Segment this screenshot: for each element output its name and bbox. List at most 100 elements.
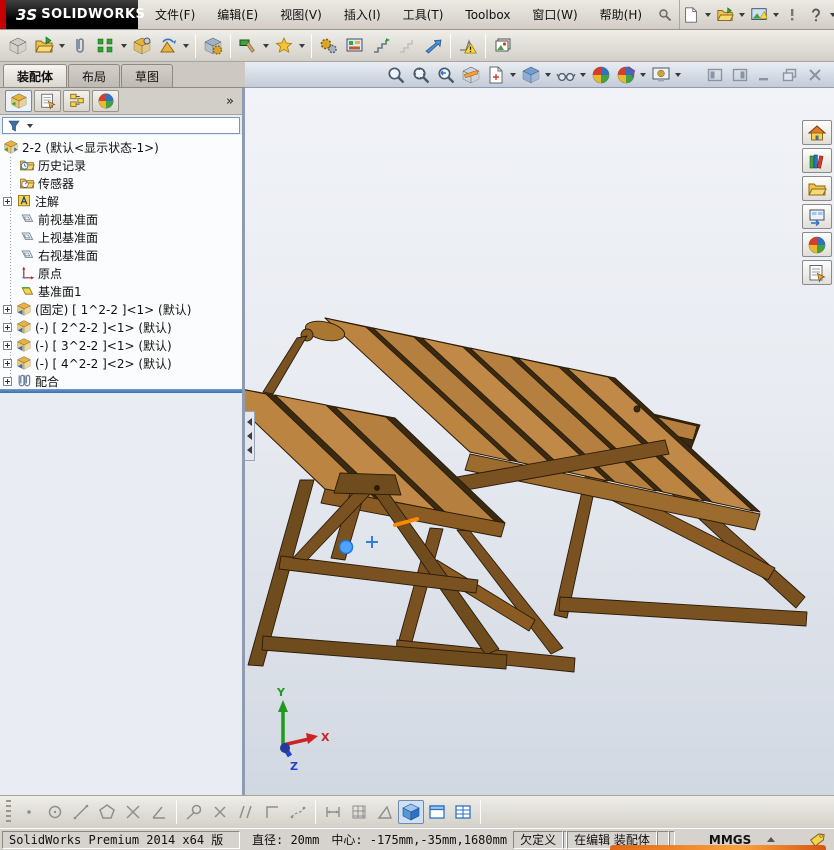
units-caret-icon[interactable] <box>767 837 776 842</box>
menu-pin-icon[interactable] <box>657 7 673 23</box>
mate-icon[interactable] <box>67 33 93 59</box>
sketch-line-icon[interactable] <box>68 800 94 824</box>
document-restore-icon[interactable] <box>780 67 800 83</box>
tree-item-component-3[interactable]: (-) [ 3^2-2 ]<1> (默认) <box>3 336 242 354</box>
menu-insert[interactable]: 插入(I) <box>333 2 392 27</box>
sketch-angle-icon[interactable] <box>146 800 172 824</box>
move-component-caret-icon[interactable] <box>183 43 189 48</box>
take-snapshot-icon[interactable] <box>490 33 516 59</box>
tree-item-origin[interactable]: 原点 <box>3 264 242 282</box>
zoom-to-fit-icon[interactable] <box>383 63 408 86</box>
shaded-view-icon[interactable] <box>398 800 424 824</box>
tree-root[interactable]: 2-2 (默认<显示状态-1>) <box>3 138 242 156</box>
tree-item-component-4[interactable]: (-) [ 4^2-2 ]<2> (默认) <box>3 354 242 372</box>
display-style-caret-icon[interactable] <box>545 72 551 77</box>
menu-tools[interactable]: 工具(T) <box>392 2 455 27</box>
expand-icon[interactable] <box>3 196 12 206</box>
hide-show-items-caret-icon[interactable] <box>580 72 586 77</box>
document-minimize-icon[interactable] <box>755 67 775 83</box>
instant3d-icon[interactable] <box>420 33 446 59</box>
interference-detection-icon[interactable] <box>394 33 420 59</box>
mirror-entities-icon[interactable] <box>207 800 233 824</box>
zoom-to-area-icon[interactable] <box>408 63 433 86</box>
reference-geometry-icon[interactable] <box>271 33 297 59</box>
exploded-view-icon[interactable] <box>342 33 368 59</box>
sketch-circle-icon[interactable] <box>42 800 68 824</box>
tree-item-sensors[interactable]: 传感器 <box>3 174 242 192</box>
tree-filter-input[interactable] <box>2 117 240 134</box>
expand-icon[interactable] <box>3 340 12 350</box>
open-document-icon[interactable] <box>714 4 736 26</box>
options-icon[interactable] <box>782 4 804 26</box>
menu-window[interactable]: 窗口(W) <box>521 2 588 27</box>
large-assembly-mode-icon[interactable] <box>455 33 481 59</box>
tree-item-plane1[interactable]: 基准面1 <box>3 282 242 300</box>
solidworks-resources-icon[interactable] <box>802 120 832 145</box>
hide-show-items-icon[interactable] <box>553 63 578 86</box>
tab-assembly[interactable]: 装配体 <box>3 64 68 87</box>
view-orientation-icon[interactable] <box>483 63 508 86</box>
insert-components-icon[interactable] <box>31 33 57 59</box>
open-document-caret-icon[interactable] <box>739 12 746 17</box>
menu-help[interactable]: 帮助(H) <box>589 2 653 27</box>
parallel-icon[interactable] <box>233 800 259 824</box>
property-manager-tab[interactable] <box>34 90 61 112</box>
feature-manager-design-tree-tab[interactable] <box>5 90 32 112</box>
tangent-arc-icon[interactable] <box>181 800 207 824</box>
expand-icon[interactable] <box>3 322 12 332</box>
tree-item-front-plane[interactable]: 前视基准面 <box>3 210 242 228</box>
help-caret-icon[interactable] <box>830 12 834 17</box>
edit-appearance-icon[interactable] <box>588 63 613 86</box>
assembly-features-caret-icon[interactable] <box>263 43 269 48</box>
filter-caret-icon[interactable] <box>27 123 33 128</box>
linear-component-pattern-icon[interactable] <box>93 33 119 59</box>
view-settings-caret-icon[interactable] <box>675 72 681 77</box>
file-explorer-icon[interactable] <box>802 176 832 201</box>
previous-view-icon[interactable] <box>433 63 458 86</box>
graphics-viewport[interactable]: Y X Z <box>245 88 834 795</box>
tree-item-mates[interactable]: 配合 <box>3 372 242 389</box>
design-library-icon[interactable] <box>802 148 832 173</box>
viewport-pane-icon[interactable] <box>424 800 450 824</box>
menu-toolbox[interactable]: Toolbox <box>454 4 521 26</box>
edit-component-icon[interactable] <box>5 33 31 59</box>
tree-item-component-1[interactable]: (固定) [ 1^2-2 ]<1> (默认) <box>3 300 242 318</box>
preview-image-caret-icon[interactable] <box>773 12 780 17</box>
view-orientation-caret-icon[interactable] <box>510 72 516 77</box>
sketch-polygon-icon[interactable] <box>94 800 120 824</box>
tree-item-top-plane[interactable]: 上视基准面 <box>3 228 242 246</box>
assembly-features-icon[interactable] <box>235 33 261 59</box>
custom-properties-icon[interactable] <box>802 260 832 285</box>
menu-view[interactable]: 视图(V) <box>269 2 333 27</box>
tree-item-component-2[interactable]: (-) [ 2^2-2 ]<1> (默认) <box>3 318 242 336</box>
corner-rectangle-icon[interactable] <box>259 800 285 824</box>
help-icon[interactable] <box>805 4 827 26</box>
tab-layout[interactable]: 布局 <box>68 64 121 87</box>
reference-geometry-caret-icon[interactable] <box>299 43 305 48</box>
expand-icon[interactable] <box>3 304 12 314</box>
menu-file[interactable]: 文件(F) <box>144 2 206 27</box>
expand-icon[interactable] <box>3 358 12 368</box>
component-pattern-caret-icon[interactable] <box>121 43 127 48</box>
apply-scene-caret-icon[interactable] <box>640 72 646 77</box>
sketch-point-icon[interactable] <box>16 800 42 824</box>
move-component-icon[interactable] <box>155 33 181 59</box>
tree-item-history[interactable]: 历史记录 <box>3 156 242 174</box>
preview-image-icon[interactable] <box>748 4 770 26</box>
selected-point[interactable] <box>338 539 354 555</box>
display-manager-tab[interactable] <box>92 90 119 112</box>
apply-scene-icon[interactable] <box>613 63 638 86</box>
document-close-icon[interactable] <box>805 67 825 83</box>
expand-icon[interactable] <box>3 376 12 386</box>
tab-sketch[interactable]: 草图 <box>121 64 174 87</box>
tree-item-right-plane[interactable]: 右视基准面 <box>3 246 242 264</box>
collapse-right-pane-icon[interactable] <box>730 67 750 83</box>
explode-line-sketch-icon[interactable] <box>368 33 394 59</box>
panel-overflow-chevron[interactable]: » <box>226 94 237 109</box>
viewport-table-icon[interactable] <box>450 800 476 824</box>
insert-components-caret-icon[interactable] <box>59 43 65 48</box>
smart-dimension-icon[interactable] <box>320 800 346 824</box>
display-style-icon[interactable] <box>518 63 543 86</box>
menu-edit[interactable]: 编辑(E) <box>206 2 269 27</box>
grid-snap-icon[interactable] <box>346 800 372 824</box>
